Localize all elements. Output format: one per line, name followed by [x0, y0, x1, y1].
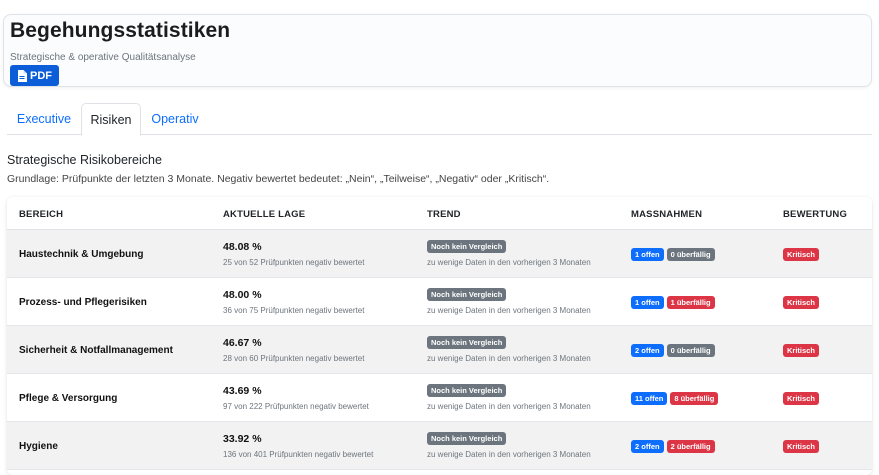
- negative-percent: 43.69 %: [223, 385, 262, 397]
- negative-percent: 33.92 %: [223, 433, 262, 445]
- negative-percent: 46.67 %: [223, 337, 262, 349]
- negative-detail: 97 von 222 Prüfpunkten negativ bewertet: [223, 402, 369, 411]
- trend-note: zu wenige Daten in den vorherigen 3 Mona…: [427, 258, 591, 267]
- negative-percent: 48.08 %: [223, 241, 262, 253]
- trend-badge: Noch kein Vergleich: [427, 288, 507, 301]
- section-title: Strategische Risikobereiche: [7, 153, 162, 167]
- overdue-measures-badge: 0 überfällig: [666, 344, 715, 357]
- rating-badge: Kritisch: [783, 248, 819, 261]
- rating-badge: Kritisch: [783, 392, 819, 405]
- overdue-measures-badge: 1 überfällig: [666, 296, 715, 309]
- area-name: Hygiene: [19, 441, 58, 452]
- page-title: Begehungsstatistiken: [10, 19, 231, 42]
- rating-badge: Kritisch: [783, 296, 819, 309]
- measures-badges: 1 offen 0 überfällig: [631, 248, 715, 261]
- column-header-bewertung: BEWERTUNG: [783, 209, 848, 220]
- overdue-measures-badge: 2 überfällig: [666, 440, 715, 453]
- table-row: Sicherheit & Notfallmanagement 46.67 % 2…: [7, 326, 872, 374]
- trend-note: zu wenige Daten in den vorherigen 3 Mona…: [427, 450, 591, 459]
- open-measures-badge: 1 offen: [631, 296, 664, 309]
- risk-table: BEREICH AKTUELLE LAGE TREND MASSNAHMEN B…: [7, 197, 872, 475]
- trend-note: zu wenige Daten in den vorherigen 3 Mona…: [427, 354, 591, 363]
- overdue-measures-badge: 0 überfällig: [666, 248, 715, 261]
- trend-note: zu wenige Daten in den vorherigen 3 Mona…: [427, 306, 591, 315]
- open-measures-badge: 1 offen: [631, 248, 664, 261]
- area-name: Pflege & Versorgung: [19, 393, 118, 404]
- trend-badge: Noch kein Vergleich: [427, 384, 507, 397]
- overdue-measures-badge: 8 überfällig: [670, 392, 719, 405]
- open-measures-badge: 11 offen: [631, 392, 668, 405]
- trend-badge: Noch kein Vergleich: [427, 336, 507, 349]
- page-subtitle: Strategische & operative Qualitätsanalys…: [10, 52, 196, 63]
- trend-badge: Noch kein Vergleich: [427, 432, 507, 445]
- measures-badges: 1 offen 1 überfällig: [631, 296, 715, 309]
- table-row: Haustechnik & Umgebung 48.08 % 25 von 52…: [7, 230, 872, 278]
- column-header-aktuelle-lage: AKTUELLE LAGE: [223, 209, 306, 220]
- file-pdf-icon: [17, 69, 27, 82]
- table-header: BEREICH AKTUELLE LAGE TREND MASSNAHMEN B…: [7, 197, 872, 230]
- section-description: Grundlage: Prüfpunkte der letzten 3 Mona…: [7, 173, 550, 185]
- rating-badge: Kritisch: [783, 344, 819, 357]
- column-header-massnahmen: MASSNAHMEN: [631, 209, 703, 220]
- header-card: Begehungsstatistiken Strategische & oper…: [3, 14, 872, 87]
- pdf-button-label: PDF: [30, 69, 52, 82]
- tab-operativ[interactable]: Operativ: [141, 103, 209, 135]
- trend-badge: Noch kein Vergleich: [427, 240, 507, 253]
- negative-detail: 28 von 60 Prüfpunkten negativ bewertet: [223, 354, 365, 363]
- negative-detail: 25 von 52 Prüfpunkten negativ bewertet: [223, 258, 365, 267]
- area-name: Prozess- und Pflegerisiken: [19, 297, 147, 308]
- table-row: Hygiene 33.92 % 136 von 401 Prüfpunkten …: [7, 422, 872, 470]
- column-header-trend: TREND: [427, 209, 461, 220]
- tab-bar: Executive Risiken Operativ: [7, 103, 872, 136]
- measures-badges: 2 offen 0 überfällig: [631, 344, 715, 357]
- measures-badges: 2 offen 2 überfällig: [631, 440, 715, 453]
- table-row: Prozess- und Pflegerisiken 48.00 % 36 vo…: [7, 278, 872, 326]
- tab-risiken[interactable]: Risiken: [81, 103, 141, 136]
- negative-detail: 36 von 75 Prüfpunkten negativ bewertet: [223, 306, 365, 315]
- trend-note: zu wenige Daten in den vorherigen 3 Mona…: [427, 402, 591, 411]
- rating-badge: Kritisch: [783, 440, 819, 453]
- measures-badges: 11 offen 8 überfällig: [631, 392, 719, 405]
- area-name: Haustechnik & Umgebung: [19, 249, 144, 260]
- table-row: Pflege & Versorgung 43.69 % 97 von 222 P…: [7, 374, 872, 422]
- column-header-bereich: BEREICH: [19, 209, 64, 220]
- area-name: Sicherheit & Notfallmanagement: [19, 345, 173, 356]
- negative-detail: 136 von 401 Prüfpunkten negativ bewertet: [223, 450, 374, 459]
- negative-percent: 48.00 %: [223, 289, 262, 301]
- open-measures-badge: 2 offen: [631, 344, 664, 357]
- pdf-export-button[interactable]: PDF: [10, 65, 59, 86]
- tab-executive[interactable]: Executive: [7, 103, 81, 135]
- open-measures-badge: 2 offen: [631, 440, 664, 453]
